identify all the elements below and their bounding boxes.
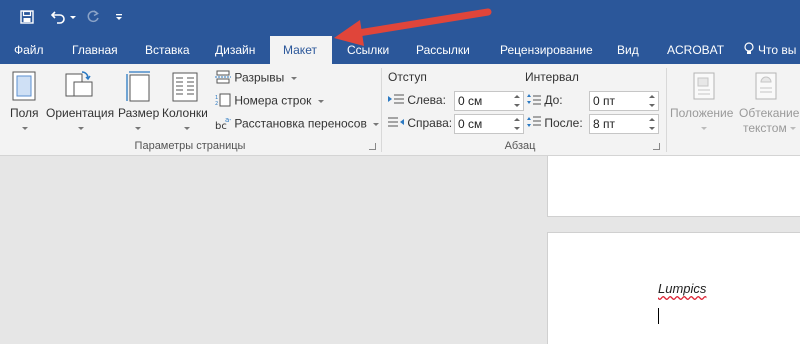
- indent-right-spinner-icon[interactable]: [513, 116, 521, 132]
- indent-left-icon: [388, 93, 404, 108]
- columns-icon: [172, 72, 198, 102]
- margins-icon: [12, 71, 36, 101]
- spacing-before-icon: [527, 93, 541, 108]
- breaks-button[interactable]: Разрывы: [215, 70, 297, 87]
- spacing-before-label-wrap: До:: [527, 93, 563, 108]
- tab-review[interactable]: Рецензирование: [496, 36, 597, 64]
- tab-mailings[interactable]: Рассылки: [412, 36, 474, 64]
- position-label: Положение: [670, 106, 734, 120]
- tab-layout[interactable]: Макет: [270, 36, 332, 64]
- line-numbers-button[interactable]: 12 Номера строк: [215, 93, 324, 110]
- group-separator: [381, 68, 382, 152]
- ribbon: Поля Ориентация Размер Колонки Разрывы 1…: [0, 64, 800, 156]
- document-page-current[interactable]: Lumpics: [547, 232, 800, 344]
- hyphenation-icon: bca-: [215, 116, 232, 133]
- size-icon: [126, 71, 150, 102]
- paragraph-dialog-launcher-icon[interactable]: [653, 143, 660, 150]
- tab-acrobat[interactable]: ACROBAT: [663, 36, 728, 64]
- line-numbers-label: Номера строк: [234, 93, 312, 108]
- hyphenation-label: Расстановка переносов: [234, 116, 367, 131]
- margins-dropdown-icon: [22, 127, 28, 130]
- size-label: Размер: [118, 106, 160, 120]
- indent-right-label: Справа:: [407, 116, 453, 130]
- wrap-text-label-2: текстом: [743, 121, 787, 135]
- document-page-previous[interactable]: [547, 156, 800, 217]
- line-numbers-icon: 12: [215, 93, 231, 110]
- wrap-text-icon: [755, 72, 777, 100]
- text-cursor: [658, 308, 659, 324]
- indent-left-value: 0 см: [458, 94, 483, 108]
- spacing-after-label: После:: [544, 116, 583, 130]
- ribbon-tabs: Файл Главная Вставка Дизайн Макет Ссылки…: [0, 36, 800, 64]
- indent-right-icon: [388, 116, 404, 131]
- size-dropdown-icon: [135, 127, 141, 130]
- indent-left-input[interactable]: 0 см: [454, 91, 524, 111]
- undo-icon[interactable]: [48, 6, 70, 28]
- breaks-label: Разрывы: [234, 70, 285, 85]
- indent-left-label: Слева:: [407, 93, 446, 107]
- hyphenation-button[interactable]: bca- Расстановка переносов: [215, 116, 380, 133]
- group-separator: [666, 68, 667, 152]
- svg-text:2: 2: [215, 101, 218, 107]
- spacing-before-label: До:: [544, 93, 563, 107]
- indent-right-label-wrap: Справа:: [388, 116, 452, 131]
- redo-icon[interactable]: [82, 6, 104, 28]
- indent-header: Отступ: [388, 70, 427, 84]
- spacing-after-value: 8 пт: [593, 117, 616, 131]
- document-text[interactable]: Lumpics: [658, 281, 706, 296]
- lightbulb-icon: [744, 37, 754, 65]
- tell-me-search[interactable]: Что вы: [740, 36, 800, 64]
- orientation-dropdown-icon: [78, 127, 84, 130]
- hyphenation-dropdown-icon: [373, 122, 380, 126]
- spacing-after-spinner-icon[interactable]: [648, 116, 656, 132]
- breaks-dropdown-icon: [290, 76, 297, 80]
- indent-left-spinner-icon[interactable]: [513, 93, 521, 109]
- tab-references[interactable]: Ссылки: [343, 36, 393, 64]
- position-dropdown-icon: [701, 127, 707, 130]
- orientation-label: Ориентация: [46, 106, 115, 120]
- tell-me-label: Что вы: [758, 43, 797, 57]
- page-setup-group-label: Параметры страницы: [134, 140, 246, 152]
- customize-qat-icon[interactable]: [112, 6, 126, 28]
- wrap-text-label-1: Обтекание: [739, 106, 800, 120]
- spacing-before-value: 0 пт: [593, 94, 616, 108]
- columns-label: Колонки: [162, 106, 208, 120]
- quick-access-toolbar: [0, 0, 800, 36]
- wrap-text-dropdown-icon: [790, 127, 796, 130]
- svg-text:a-: a-: [225, 116, 231, 124]
- spacing-before-spinner-icon[interactable]: [648, 93, 656, 109]
- spacing-after-input[interactable]: 8 пт: [589, 114, 659, 134]
- spacing-header: Интервал: [525, 70, 579, 84]
- save-icon[interactable]: [16, 6, 38, 28]
- tab-file[interactable]: Файл: [10, 36, 48, 64]
- orientation-icon: [65, 71, 93, 97]
- paragraph-group-label: Абзац: [504, 140, 536, 152]
- indent-right-value: 0 см: [458, 117, 483, 131]
- spacing-after-label-wrap: После:: [527, 116, 583, 131]
- breaks-icon: [215, 70, 231, 87]
- position-icon: [693, 72, 715, 100]
- undo-dropdown-icon[interactable]: [68, 6, 78, 28]
- indent-left-label-wrap: Слева:: [388, 93, 446, 108]
- tab-view[interactable]: Вид: [613, 36, 643, 64]
- columns-dropdown-icon: [184, 127, 190, 130]
- tab-insert[interactable]: Вставка: [141, 36, 194, 64]
- page-setup-dialog-launcher-icon[interactable]: [369, 143, 376, 150]
- line-numbers-dropdown-icon: [317, 99, 324, 103]
- tab-design[interactable]: Дизайн: [211, 36, 259, 64]
- spacing-before-input[interactable]: 0 пт: [589, 91, 659, 111]
- indent-right-input[interactable]: 0 см: [454, 114, 524, 134]
- spacing-after-icon: [527, 116, 541, 131]
- margins-label: Поля: [10, 106, 39, 120]
- tab-home[interactable]: Главная: [68, 36, 122, 64]
